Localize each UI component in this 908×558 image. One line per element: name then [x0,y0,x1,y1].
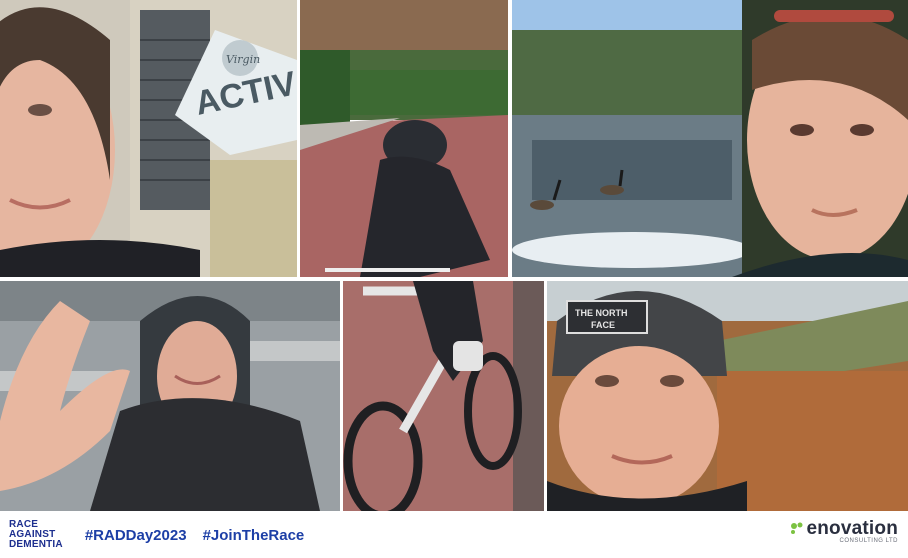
photo-selfie-frozen-pond [512,0,908,277]
hashtag-radday2023[interactable]: #RADDay2023 [85,527,187,544]
photo-selfie-gym-sign: ACTIV Virgin [0,0,297,277]
sponsor-name: enovation [806,518,898,539]
hashtag-jointherace[interactable]: #JoinTheRace [203,527,305,544]
photo-selfie-north-face-beanie: THE NORTH FACE [547,281,908,511]
footer-bar: RACE AGAINST DEMENTIA #RADDay2023 #JoinT… [0,512,908,558]
hashtag-list: #RADDay2023 #JoinTheRace [85,527,304,544]
photo-selfie-peace-sign [0,281,340,511]
svg-text:Virgin: Virgin [226,53,260,66]
race-against-dementia-logo: RACE AGAINST DEMENTIA [9,519,63,550]
svg-text:FACE: FACE [591,320,615,330]
enovation-leaf-icon [791,522,803,534]
photo-cyclist-on-road [300,0,508,277]
photo-cyclist-close-up [343,281,544,511]
enovation-logo: enovation CONSULTING LTD [788,518,898,544]
svg-text:THE NORTH: THE NORTH [575,308,628,318]
sponsor-subtitle: CONSULTING LTD [839,538,898,544]
